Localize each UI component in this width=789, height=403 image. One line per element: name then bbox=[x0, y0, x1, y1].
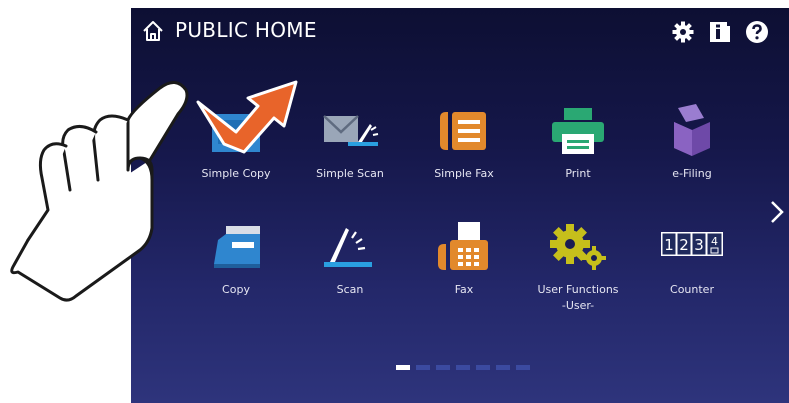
tile-counter[interactable]: 1 2 3 4 Counter bbox=[643, 218, 741, 298]
tile-user-functions[interactable]: User Functions -User- bbox=[529, 218, 627, 314]
counter-digit: 4 bbox=[711, 235, 718, 248]
tile-label: Fax bbox=[454, 283, 474, 296]
fax-icon bbox=[438, 222, 488, 270]
page-dot-6[interactable] bbox=[496, 365, 510, 370]
tile-e-filing[interactable]: e-Filing bbox=[643, 102, 741, 182]
tile-sublabel: -User- bbox=[561, 299, 595, 312]
hand-icon bbox=[10, 81, 189, 302]
chevron-right-icon[interactable] bbox=[768, 198, 786, 226]
tile-fax[interactable]: Fax bbox=[415, 218, 513, 298]
e-filing-icon bbox=[674, 104, 710, 156]
info-icon[interactable] bbox=[708, 20, 732, 44]
gear-icon[interactable] bbox=[671, 20, 695, 44]
counter-digit: 2 bbox=[679, 236, 689, 254]
home-icon[interactable] bbox=[141, 19, 165, 43]
tile-label: Scan bbox=[336, 283, 364, 296]
printer-icon bbox=[552, 108, 604, 154]
tile-label: e-Filing bbox=[672, 167, 712, 180]
simple-scan-icon bbox=[323, 115, 379, 146]
page-dot-4[interactable] bbox=[456, 365, 470, 370]
page-dot-3[interactable] bbox=[436, 365, 450, 370]
counter-digit: 3 bbox=[694, 236, 704, 254]
scan-icon bbox=[324, 228, 372, 267]
tile-label: Simple Fax bbox=[434, 167, 494, 180]
tile-print[interactable]: Print bbox=[529, 102, 627, 182]
page-title: PUBLIC HOME bbox=[175, 18, 317, 42]
counter-digit: 1 bbox=[664, 236, 674, 254]
tile-label: Simple Scan bbox=[316, 167, 384, 180]
tile-scan[interactable]: Scan bbox=[301, 218, 399, 298]
page-dot-2[interactable] bbox=[416, 365, 430, 370]
tile-simple-fax[interactable]: Simple Fax bbox=[415, 102, 513, 182]
tile-simple-scan[interactable]: Simple Scan bbox=[301, 102, 399, 182]
page-dot-7[interactable] bbox=[516, 365, 530, 370]
help-icon[interactable] bbox=[745, 20, 769, 44]
gears-icon bbox=[550, 224, 606, 270]
tile-label: Print bbox=[565, 167, 591, 180]
page-dot-1[interactable] bbox=[396, 365, 410, 370]
swipe-gesture-illustration bbox=[10, 80, 298, 302]
tile-label: Counter bbox=[670, 283, 714, 296]
swipe-arrow-icon bbox=[196, 80, 298, 154]
simple-fax-icon bbox=[440, 112, 486, 150]
tile-label: User Functions bbox=[537, 283, 619, 296]
page-dot-5[interactable] bbox=[476, 365, 490, 370]
counter-icon: 1 2 3 4 bbox=[661, 232, 723, 256]
header-bar: PUBLIC HOME bbox=[131, 8, 789, 54]
